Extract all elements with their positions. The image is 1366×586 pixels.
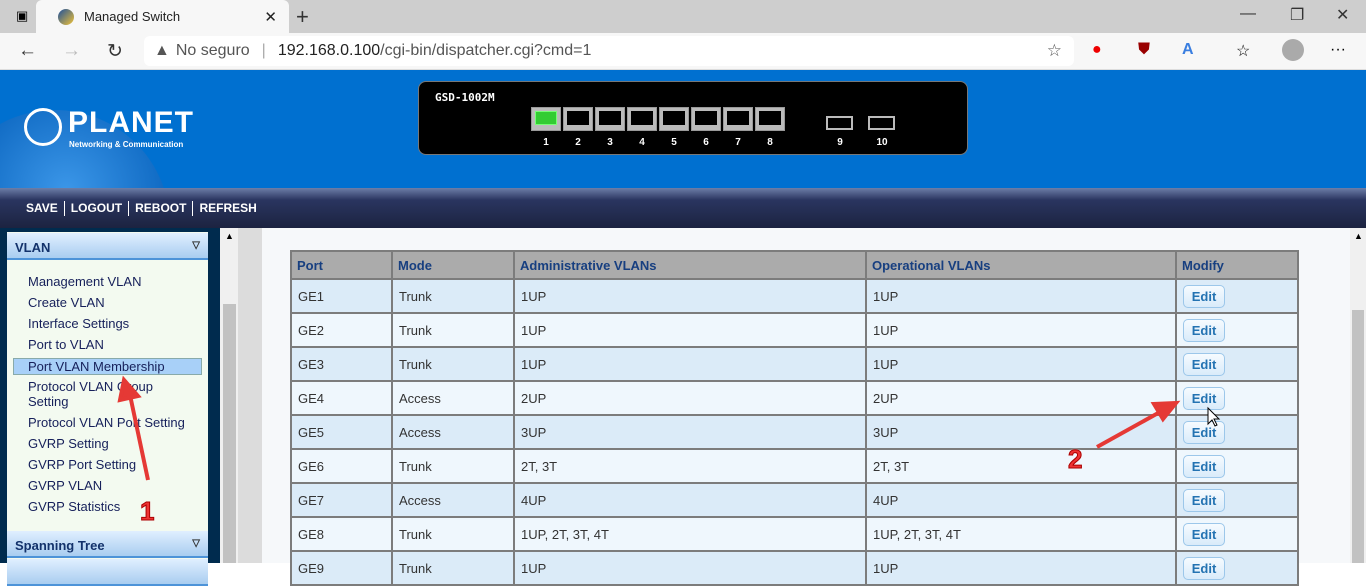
annotation-step-1: 1 [139,496,155,527]
annotation-arrows [117,375,1221,481]
sidebar-section-next[interactable] [7,559,208,586]
annotation-step-2: 2 [1067,444,1083,475]
mouse-cursor-icon [1207,406,1221,427]
